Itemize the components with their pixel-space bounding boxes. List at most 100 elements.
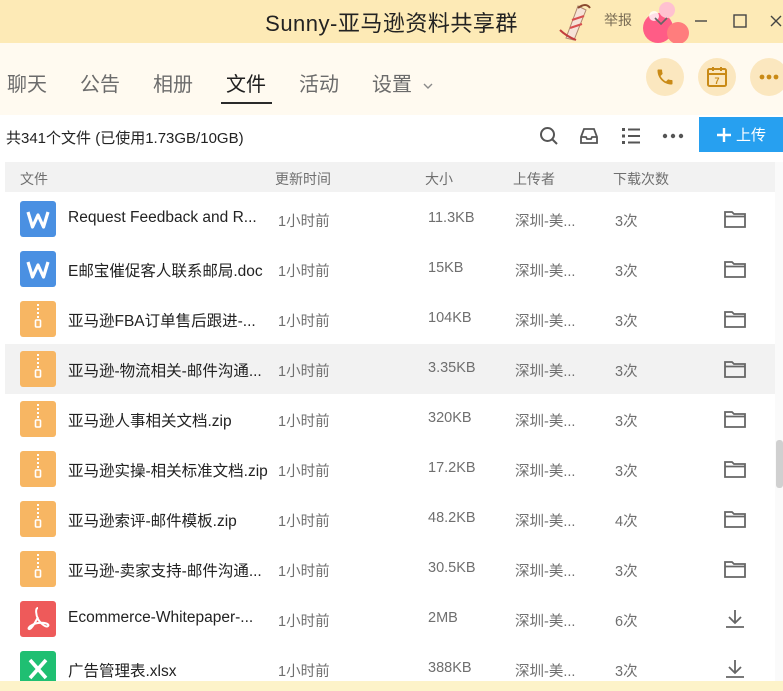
tab-album[interactable]: 相册: [153, 68, 193, 97]
pdf-icon: [20, 601, 56, 637]
more-dots-icon[interactable]: [662, 125, 684, 147]
download-icon[interactable]: [723, 658, 747, 680]
file-size: 30.5KB: [428, 560, 476, 576]
file-name[interactable]: 亚马逊-卖家支持-邮件沟通...: [68, 559, 262, 581]
file-download-count: 3次: [615, 264, 638, 280]
tab-files[interactable]: 文件: [226, 68, 266, 97]
tab-settings-label: 设置: [372, 74, 412, 96]
file-name[interactable]: 广告管理表.xlsx: [68, 659, 177, 681]
file-updated-time: 1小时前: [278, 664, 330, 680]
file-download-count: 3次: [615, 414, 638, 430]
zip-archive-icon: [20, 351, 56, 387]
file-uploader: 深圳-美...: [515, 414, 576, 430]
file-updated-time: 1小时前: [278, 214, 330, 230]
file-size: 104KB: [428, 310, 472, 326]
list-view-icon[interactable]: [620, 125, 642, 147]
chevron-down-icon[interactable]: [648, 8, 674, 34]
tab-announcements[interactable]: 公告: [80, 68, 120, 97]
header-uploader[interactable]: 上传者: [513, 169, 555, 189]
calendar-icon: 7: [707, 67, 727, 87]
file-download-count: 6次: [615, 614, 638, 630]
tab-settings[interactable]: 设置: [372, 68, 434, 97]
scrollbar-thumb[interactable]: [776, 440, 783, 488]
open-folder-icon[interactable]: [723, 508, 747, 530]
search-icon[interactable]: [538, 125, 560, 147]
tab-activities[interactable]: 活动: [299, 68, 339, 97]
report-link[interactable]: 举报: [604, 10, 632, 30]
file-size: 2MB: [428, 610, 458, 626]
table-row[interactable]: 亚马逊-物流相关-邮件沟通... 1小时前 3.35KB 深圳-美... 3次: [5, 344, 775, 394]
tab-chat[interactable]: 聊天: [7, 68, 47, 97]
header-updated-time[interactable]: 更新时间: [275, 169, 331, 189]
word-doc-icon: [20, 251, 56, 287]
file-updated-time: 1小时前: [278, 564, 330, 580]
files-toolbar: 共341个文件 (已使用1.73GB/10GB) 上传: [0, 115, 783, 157]
file-size: 388KB: [428, 660, 472, 676]
open-folder-icon[interactable]: [723, 258, 747, 280]
file-size: 3.35KB: [428, 360, 476, 376]
open-folder-icon[interactable]: [723, 308, 747, 330]
file-updated-time: 1小时前: [278, 264, 330, 280]
phone-icon: [657, 69, 673, 85]
file-size: 320KB: [428, 410, 472, 426]
maximize-icon[interactable]: [727, 8, 753, 34]
more-options-button[interactable]: [750, 58, 783, 96]
table-row[interactable]: 亚马逊索评-邮件模板.zip 1小时前 48.2KB 深圳-美... 4次: [5, 494, 775, 544]
table-row[interactable]: 亚马逊人事相关文档.zip 1小时前 320KB 深圳-美... 3次: [5, 394, 775, 444]
file-size: 17.2KB: [428, 460, 476, 476]
calendar-button[interactable]: 7: [698, 58, 736, 96]
upload-button[interactable]: 上传: [699, 117, 783, 152]
file-count-summary: 共341个文件 (已使用1.73GB/10GB): [6, 130, 244, 147]
zip-archive-icon: [20, 401, 56, 437]
file-download-count: 4次: [615, 514, 638, 530]
phone-call-button[interactable]: [646, 58, 684, 96]
file-download-count: 3次: [615, 664, 638, 680]
file-name[interactable]: 亚马逊FBA订单售后跟进-...: [68, 309, 256, 331]
scrollbar-track[interactable]: [775, 162, 783, 682]
file-uploader: 深圳-美...: [515, 514, 576, 530]
open-folder-icon[interactable]: [723, 458, 747, 480]
file-uploader: 深圳-美...: [515, 614, 576, 630]
file-download-count: 3次: [615, 564, 638, 580]
active-tab-indicator: [221, 102, 272, 104]
file-download-count: 3次: [615, 364, 638, 380]
table-row[interactable]: 亚马逊-卖家支持-邮件沟通... 1小时前 30.5KB 深圳-美... 3次: [5, 544, 775, 594]
header-size[interactable]: 大小: [425, 169, 453, 189]
bottom-strip: [0, 681, 783, 691]
file-name[interactable]: Ecommerce-Whitepaper-...: [68, 609, 253, 627]
file-uploader: 深圳-美...: [515, 314, 576, 330]
file-name[interactable]: 亚马逊实操-相关标准文档.zip: [68, 459, 268, 481]
table-row[interactable]: Request Feedback and R... 1小时前 11.3KB 深圳-美.…: [5, 194, 775, 244]
header-file[interactable]: 文件: [20, 169, 48, 189]
close-icon[interactable]: [763, 8, 783, 34]
open-folder-icon[interactable]: [723, 408, 747, 430]
file-table-header: 文件 更新时间 大小 上传者 下载次数: [5, 162, 775, 192]
file-name[interactable]: E邮宝催促客人联系邮局.doc: [68, 259, 263, 281]
zip-archive-icon: [20, 451, 56, 487]
file-updated-time: 1小时前: [278, 314, 330, 330]
inbox-icon[interactable]: [578, 125, 600, 147]
file-uploader: 深圳-美...: [515, 214, 576, 230]
zip-archive-icon: [20, 551, 56, 587]
file-name[interactable]: 亚马逊索评-邮件模板.zip: [68, 509, 237, 531]
table-row[interactable]: 亚马逊FBA订单售后跟进-... 1小时前 104KB 深圳-美... 3次: [5, 294, 775, 344]
file-name[interactable]: 亚马逊-物流相关-邮件沟通...: [68, 359, 262, 381]
file-updated-time: 1小时前: [278, 464, 330, 480]
file-name[interactable]: 亚马逊人事相关文档.zip: [68, 409, 232, 431]
open-folder-icon[interactable]: [723, 208, 747, 230]
open-folder-icon[interactable]: [723, 558, 747, 580]
minimize-icon[interactable]: [688, 8, 714, 34]
file-uploader: 深圳-美...: [515, 564, 576, 580]
file-download-count: 3次: [615, 214, 638, 230]
header-download-count[interactable]: 下载次数: [613, 169, 669, 189]
open-folder-icon[interactable]: [723, 358, 747, 380]
file-name[interactable]: Request Feedback and R...: [68, 209, 257, 227]
more-dots-icon: [759, 74, 779, 80]
file-updated-time: 1小时前: [278, 514, 330, 530]
download-icon[interactable]: [723, 608, 747, 630]
file-uploader: 深圳-美...: [515, 664, 576, 680]
table-row[interactable]: 亚马逊实操-相关标准文档.zip 1小时前 17.2KB 深圳-美... 3次: [5, 444, 775, 494]
file-size: 15KB: [428, 260, 464, 276]
table-row[interactable]: Ecommerce-Whitepaper-... 1小时前 2MB 深圳-美... 6次: [5, 594, 775, 644]
table-row[interactable]: E邮宝催促客人联系邮局.doc 1小时前 15KB 深圳-美... 3次: [5, 244, 775, 294]
